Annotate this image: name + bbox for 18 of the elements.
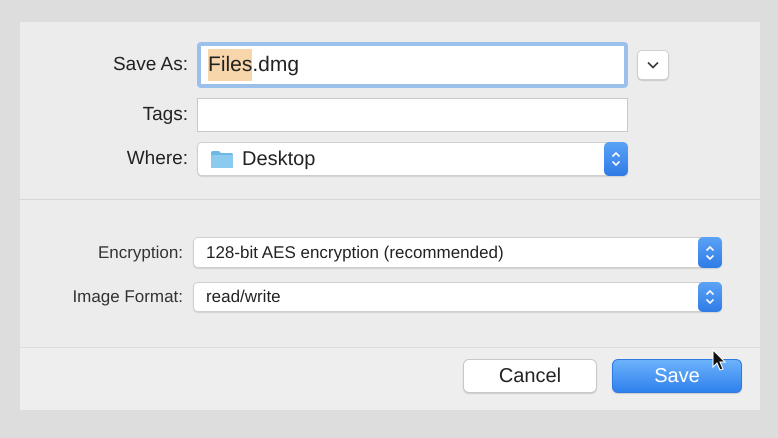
chevron-down-icon bbox=[647, 61, 659, 69]
field-label: Tags: bbox=[142, 102, 188, 127]
mouse-pointer-icon bbox=[712, 349, 726, 371]
field-label: Save As: bbox=[112, 52, 188, 77]
field-label: Where: bbox=[126, 146, 188, 171]
folder-icon bbox=[210, 150, 234, 168]
option-popup[interactable]: 128-bit AES encryption (recommended) bbox=[193, 237, 722, 268]
option-label: Encryption: bbox=[96, 242, 183, 264]
filename-field[interactable]: Files.dmg bbox=[197, 42, 628, 88]
expand-button[interactable] bbox=[637, 50, 669, 80]
option-popup[interactable]: read/write bbox=[193, 282, 722, 312]
option-label: Image Format: bbox=[71, 286, 183, 308]
cancel-button[interactable]: Cancel bbox=[463, 359, 597, 393]
stepper-icon bbox=[698, 282, 722, 312]
stepper-icon bbox=[604, 142, 628, 176]
tags-field[interactable] bbox=[197, 98, 628, 132]
stepper-icon bbox=[698, 237, 722, 268]
location-popup[interactable]: Desktop bbox=[197, 142, 628, 176]
